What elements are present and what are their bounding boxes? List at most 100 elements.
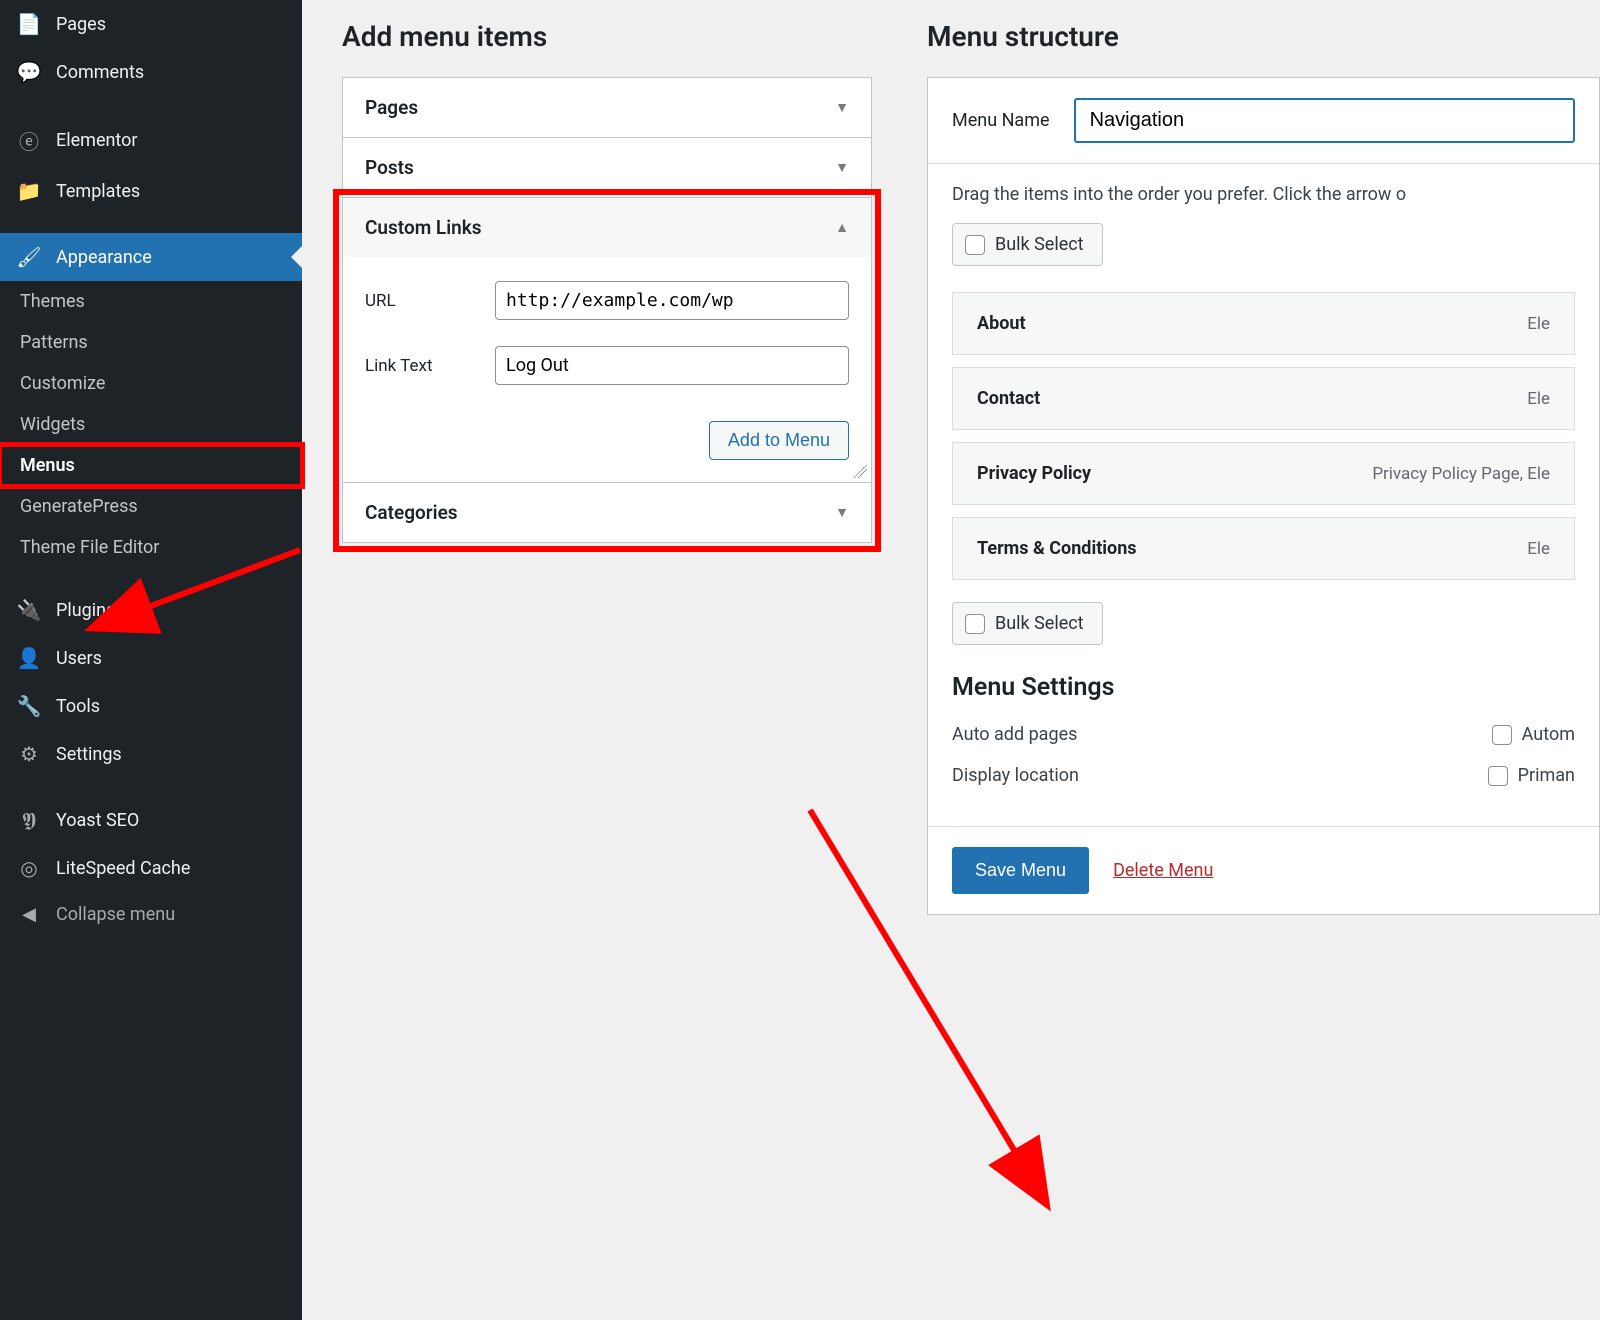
menu-item[interactable]: About Ele xyxy=(952,292,1575,355)
menu-item[interactable]: Privacy Policy Privacy Policy Page, Ele xyxy=(952,442,1575,505)
yoast-icon: 𝖄 xyxy=(14,808,44,832)
sidebar-sub-menus[interactable]: Menus xyxy=(0,445,302,486)
menu-item-title: Contact xyxy=(977,388,1040,409)
sidebar-sub-customize[interactable]: Customize xyxy=(0,363,302,404)
appearance-icon: 🖌 xyxy=(14,245,44,269)
custom-links-body: URL Link Text Add to Menu xyxy=(343,257,871,482)
sidebar-item-label: Elementor xyxy=(56,130,138,151)
delete-menu-link[interactable]: Delete Menu xyxy=(1113,860,1213,881)
admin-sidebar: 📄 Pages 💬 Comments ⓔ Elementor 📁 Templat… xyxy=(0,0,302,1320)
accordion-label: Pages xyxy=(365,96,418,119)
menu-item-meta: Ele xyxy=(1527,314,1550,334)
menu-item[interactable]: Terms & Conditions Ele xyxy=(952,517,1575,580)
sidebar-sub-theme-file-editor[interactable]: Theme File Editor xyxy=(0,527,302,568)
option-label: Priman xyxy=(1518,765,1575,786)
sidebar-item-users[interactable]: 👤 Users xyxy=(0,634,302,682)
display-location-option[interactable]: Priman xyxy=(1488,765,1575,786)
sidebar-item-settings[interactable]: ⚙ Settings xyxy=(0,730,302,778)
sidebar-item-appearance[interactable]: 🖌 Appearance xyxy=(0,233,302,281)
sidebar-item-label: Tools xyxy=(56,696,100,717)
elementor-icon: ⓔ xyxy=(14,126,44,155)
checkbox-icon xyxy=(965,235,985,255)
menu-settings-title: Menu Settings xyxy=(952,673,1575,702)
menu-name-label: Menu Name xyxy=(952,110,1050,131)
sidebar-item-label: Pages xyxy=(56,14,106,35)
bulk-select-label: Bulk Select xyxy=(995,613,1084,634)
sidebar-item-plugins[interactable]: 🔌 Plugins xyxy=(0,586,302,634)
sidebar-item-label: Templates xyxy=(56,181,140,202)
collapse-icon: ◀ xyxy=(14,904,44,925)
accordion-pages[interactable]: Pages ▼ xyxy=(343,78,871,137)
plugins-icon: 🔌 xyxy=(14,598,44,622)
menu-name-input[interactable] xyxy=(1074,98,1575,143)
chevron-up-icon: ▲ xyxy=(835,219,849,236)
option-label: Autom xyxy=(1522,724,1575,745)
sidebar-sub-patterns[interactable]: Patterns xyxy=(0,322,302,363)
sidebar-item-label: Settings xyxy=(56,744,122,765)
menu-item-title: Terms & Conditions xyxy=(977,538,1137,559)
accordion-posts[interactable]: Posts ▼ xyxy=(343,138,871,197)
custom-links-panel: Custom Links ▲ URL Link Text xyxy=(342,198,872,543)
save-menu-button[interactable]: Save Menu xyxy=(952,847,1089,894)
sidebar-item-label: Appearance xyxy=(56,247,152,268)
collapse-menu[interactable]: ◀ Collapse menu xyxy=(0,892,302,937)
sidebar-item-pages[interactable]: 📄 Pages xyxy=(0,0,302,48)
chevron-down-icon: ▼ xyxy=(835,504,849,521)
sidebar-item-label: Comments xyxy=(56,62,144,83)
settings-icon: ⚙ xyxy=(14,742,44,766)
menu-item-title: About xyxy=(977,313,1026,334)
bulk-select-top[interactable]: Bulk Select xyxy=(952,223,1103,266)
accordion-label: Custom Links xyxy=(365,216,482,239)
menu-structure-title: Menu structure xyxy=(927,20,1600,53)
sidebar-item-comments[interactable]: 💬 Comments xyxy=(0,48,302,96)
accordion-custom-links[interactable]: Custom Links ▲ xyxy=(343,198,871,257)
sidebar-sub-widgets[interactable]: Widgets xyxy=(0,404,302,445)
sidebar-item-label: Plugins xyxy=(56,600,115,621)
sidebar-item-yoast[interactable]: 𝖄 Yoast SEO xyxy=(0,796,302,844)
accordion-categories[interactable]: Categories ▼ xyxy=(343,483,871,542)
litespeed-icon: ◎ xyxy=(14,856,44,880)
add-menu-accordion: Pages ▼ Posts ▼ xyxy=(342,77,872,198)
accordion-label: Categories xyxy=(365,501,458,524)
link-text-label: Link Text xyxy=(365,356,495,376)
sidebar-item-label: Users xyxy=(56,648,102,669)
url-label: URL xyxy=(365,291,495,311)
auto-add-pages-label: Auto add pages xyxy=(952,724,1077,745)
accordion-label: Posts xyxy=(365,156,414,179)
sidebar-sub-generatepress[interactable]: GeneratePress xyxy=(0,486,302,527)
drag-instructions: Drag the items into the order you prefer… xyxy=(952,184,1575,205)
checkbox-icon xyxy=(1492,725,1512,745)
menu-item-meta: Ele xyxy=(1527,539,1550,559)
sidebar-sub-themes[interactable]: Themes xyxy=(0,281,302,322)
display-location-label: Display location xyxy=(952,765,1079,786)
sidebar-item-label: LiteSpeed Cache xyxy=(56,858,190,879)
sidebar-item-litespeed[interactable]: ◎ LiteSpeed Cache xyxy=(0,844,302,892)
checkbox-icon xyxy=(965,614,985,634)
add-menu-items-title: Add menu items xyxy=(342,20,872,53)
chevron-down-icon: ▼ xyxy=(835,159,849,176)
url-input[interactable] xyxy=(495,281,849,320)
templates-icon: 📁 xyxy=(14,179,44,203)
pages-icon: 📄 xyxy=(14,12,44,36)
resize-handle[interactable] xyxy=(853,464,867,478)
users-icon: 👤 xyxy=(14,646,44,670)
menu-item-meta: Ele xyxy=(1527,389,1550,409)
collapse-label: Collapse menu xyxy=(56,904,175,925)
sidebar-item-label: Yoast SEO xyxy=(56,810,139,831)
bulk-select-bottom[interactable]: Bulk Select xyxy=(952,602,1103,645)
auto-add-pages-option[interactable]: Autom xyxy=(1492,724,1575,745)
comments-icon: 💬 xyxy=(14,60,44,84)
bulk-select-label: Bulk Select xyxy=(995,234,1084,255)
sidebar-item-templates[interactable]: 📁 Templates xyxy=(0,167,302,215)
menu-item-meta: Privacy Policy Page, Ele xyxy=(1372,464,1550,484)
menu-structure-panel: Menu Name Drag the items into the order … xyxy=(927,77,1600,915)
chevron-down-icon: ▼ xyxy=(835,99,849,116)
menu-item[interactable]: Contact Ele xyxy=(952,367,1575,430)
sidebar-item-elementor[interactable]: ⓔ Elementor xyxy=(0,114,302,167)
menu-item-title: Privacy Policy xyxy=(977,463,1091,484)
sidebar-item-tools[interactable]: 🔧 Tools xyxy=(0,682,302,730)
link-text-input[interactable] xyxy=(495,346,849,385)
checkbox-icon xyxy=(1488,766,1508,786)
tools-icon: 🔧 xyxy=(14,694,44,718)
add-to-menu-button[interactable]: Add to Menu xyxy=(709,421,849,460)
